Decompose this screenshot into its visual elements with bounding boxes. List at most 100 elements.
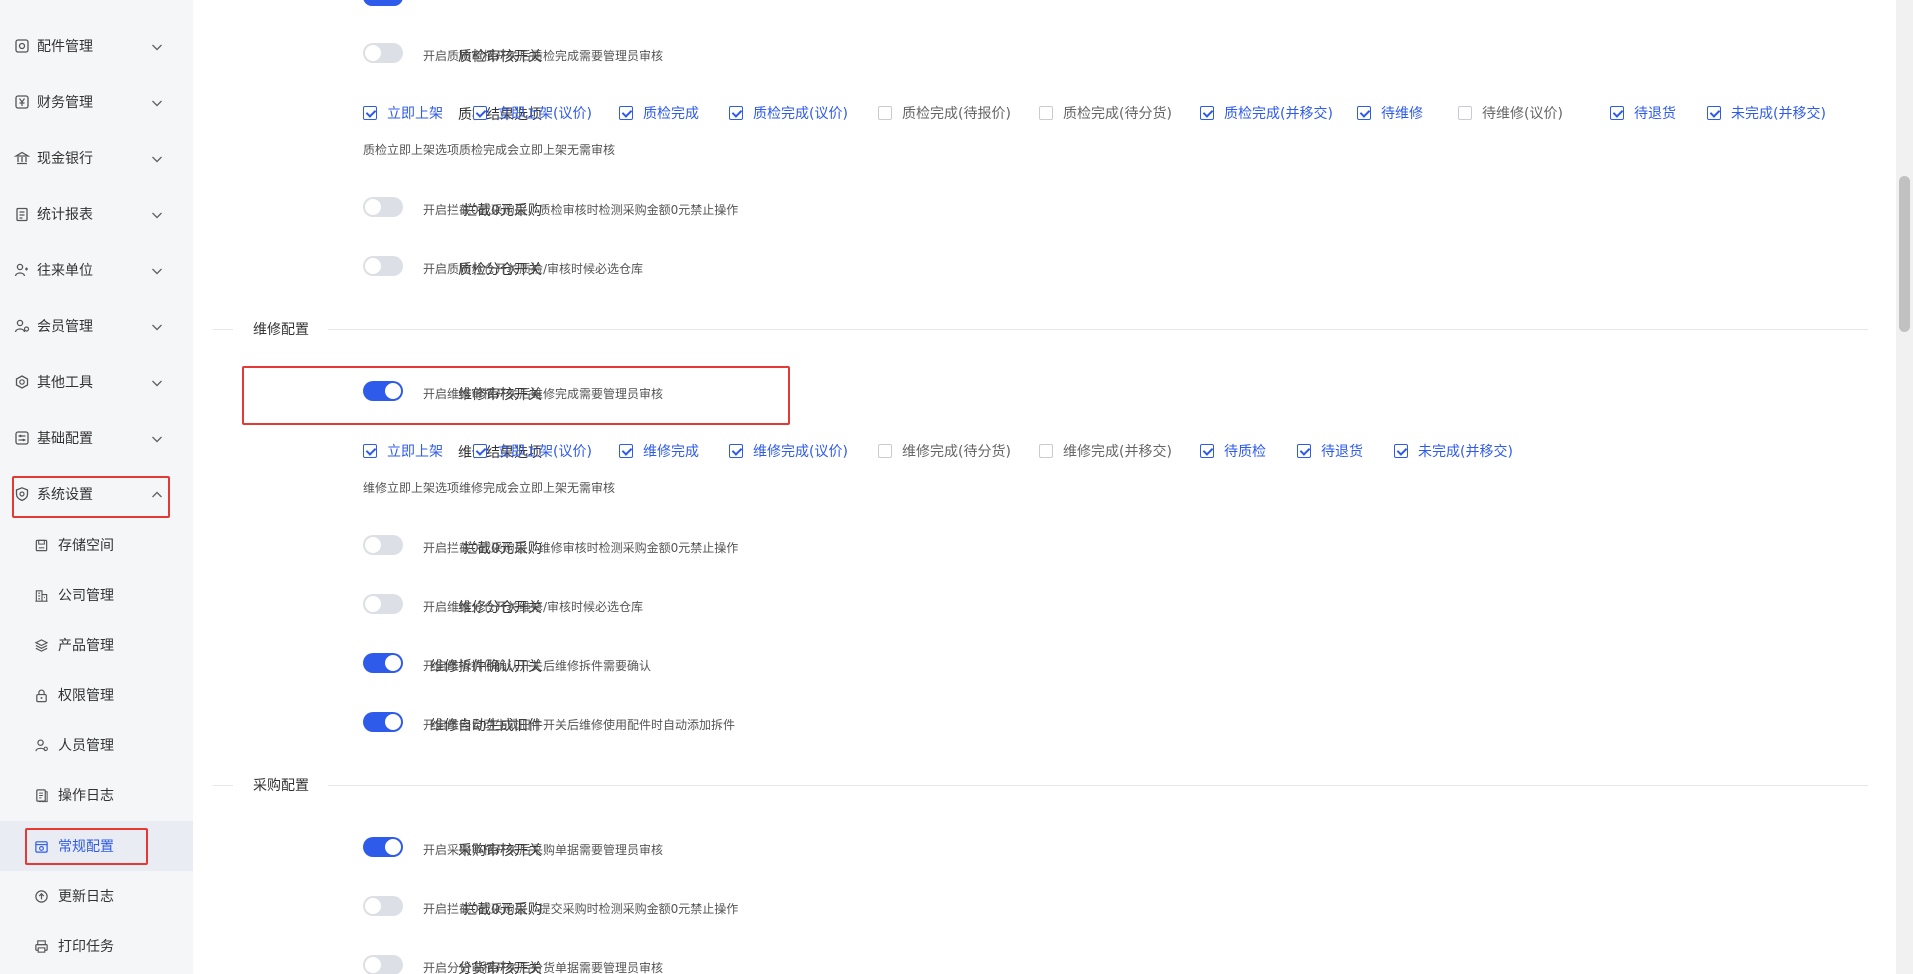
checkbox-box[interactable] [729,106,743,120]
sidebar-menu-5[interactable]: 会员管理 [0,306,193,346]
sidebar-menu-8[interactable]: 系统设置 [0,474,193,514]
checkbox-box[interactable] [729,444,743,458]
checkbox-label: 未完成(并移交) [1418,444,1513,460]
sidebar-menu-4[interactable]: 往来单位 [0,250,193,290]
chevron-down-icon [150,375,164,389]
checkbox-box[interactable] [1297,444,1311,458]
sidebar-subitem-6[interactable]: 常规配置 [0,821,193,871]
repair-dismantle-switch[interactable] [363,653,403,673]
sidebar-menu-label: 其他工具 [37,375,93,391]
checkbox-option[interactable]: 待退货 [1297,442,1363,460]
checkbox-box[interactable] [1458,106,1472,120]
checkbox-label: 未完成(并移交) [1731,106,1826,122]
purchase-split-switch[interactable] [363,955,403,974]
purchase-split-desc: 开启分货审核开关后分货单据需要管理员审核 [423,961,664,974]
purchase-section-divider: 采购配置 [213,775,1893,795]
sidebar-menu-label: 财务管理 [37,95,93,111]
qc-audit-switch[interactable] [363,43,403,63]
qc-warehouse-switch[interactable] [363,256,403,276]
checkbox-option[interactable]: 立即上架 [363,104,443,122]
checkbox-box[interactable] [1039,106,1053,120]
checkbox-option[interactable]: 质检完成 [619,104,699,122]
scrollbar-thumb[interactable] [1899,176,1910,332]
checkbox-option[interactable]: 维修完成 [619,442,699,460]
qc-block-zero-switch[interactable] [363,197,403,217]
sidebar-subitem-0[interactable]: 存储空间 [0,520,193,570]
sidebar-menu-7[interactable]: 基础配置 [0,418,193,458]
checkbox-label: 质检完成(待分货) [1063,106,1172,122]
sidebar-menu-1[interactable]: 财务管理 [0,82,193,122]
sidebar-menu-label: 统计报表 [37,207,93,223]
checkbox-option[interactable]: 质检完成(待报价) [878,104,1011,122]
checkbox-option[interactable]: 质检完成(并移交) [1200,104,1333,122]
repair-dismantle-desc: 开启维修拆件确认开关后维修拆件需要确认 [423,659,652,673]
checkbox-option[interactable]: 立即上架(议价) [473,442,592,460]
sidebar-subitem-5[interactable]: 操作日志 [0,770,193,820]
checkbox-box[interactable] [619,444,633,458]
company-icon [34,588,49,603]
checkbox-option[interactable]: 待质检 [1200,442,1266,460]
checkbox-box[interactable] [1707,106,1721,120]
checkbox-option[interactable]: 维修完成(议价) [729,442,848,460]
checkbox-box[interactable] [473,106,487,120]
checkbox-label: 立即上架 [387,106,443,122]
checkbox-box[interactable] [619,106,633,120]
purchase-audit-desc: 开启采购审核开关后采购单据需要管理员审核 [423,843,664,857]
settings-icon [34,839,49,854]
checkbox-box[interactable] [363,106,377,120]
checkbox-label: 维修完成(议价) [753,444,848,460]
checkbox-box[interactable] [1610,106,1624,120]
sidebar-subitem-7[interactable]: 更新日志 [0,871,193,921]
checkbox-option[interactable]: 待维修(议价) [1458,104,1563,122]
purchase-block-zero-switch[interactable] [363,896,403,916]
checkbox-box[interactable] [363,444,377,458]
sidebar-subitem-8[interactable]: 打印任务 [0,921,193,971]
checkbox-box[interactable] [878,106,892,120]
checkbox-option[interactable]: 维修完成(并移交) [1039,442,1172,460]
checkbox-label: 待退货 [1634,106,1676,122]
purchase-audit-switch[interactable] [363,837,403,857]
sidebar-menu-0[interactable]: 配件管理 [0,26,193,66]
checkbox-option[interactable]: 待维修 [1357,104,1423,122]
printer-icon [34,939,49,954]
checkbox-option[interactable]: 质检完成(议价) [729,104,848,122]
checkbox-box[interactable] [1357,106,1371,120]
checkbox-option[interactable]: 维修完成(待分货) [878,442,1011,460]
update-icon [34,889,49,904]
checkbox-option[interactable]: 立即上架 [363,442,443,460]
checkbox-option[interactable]: 立即上架(议价) [473,104,592,122]
checkbox-option[interactable]: 未完成(并移交) [1394,442,1513,460]
sidebar-subitem-3[interactable]: 权限管理 [0,670,193,720]
checkbox-label: 质检完成(议价) [753,106,848,122]
purchase-section-title: 采购配置 [253,778,309,794]
checkbox-box[interactable] [473,444,487,458]
sidebar-subitem-label: 存储空间 [58,538,114,554]
contacts-icon [14,262,30,278]
chevron-down-icon [150,431,164,445]
checkbox-box[interactable] [878,444,892,458]
checkbox-box[interactable] [1200,444,1214,458]
repair-warehouse-switch[interactable] [363,594,403,614]
vertical-scrollbar[interactable] [1896,0,1913,974]
repair-block-zero-switch[interactable] [363,535,403,555]
sidebar-subitem-2[interactable]: 产品管理 [0,620,193,670]
sidebar-subitem-1[interactable]: 公司管理 [0,570,193,620]
sidebar-menu-2[interactable]: 现金银行 [0,138,193,178]
checkbox-box[interactable] [1394,444,1408,458]
qc-result-hint: 质检立即上架选项质检完成会立即上架无需审核 [363,143,616,157]
checkbox-box[interactable] [1039,444,1053,458]
sidebar-menu-6[interactable]: 其他工具 [0,362,193,402]
checkbox-option[interactable]: 未完成(并移交) [1707,104,1826,122]
sidebar-menu-3[interactable]: 统计报表 [0,194,193,234]
lock-icon [34,688,49,703]
checkbox-option[interactable]: 待退货 [1610,104,1676,122]
repair-auto-old-switch[interactable] [363,712,403,732]
repair-result-hint: 维修立即上架选项维修完成会立即上架无需审核 [363,481,616,495]
sidebar-subitem-4[interactable]: 人员管理 [0,720,193,770]
checkbox-box[interactable] [1200,106,1214,120]
checkbox-option[interactable]: 质检完成(待分货) [1039,104,1172,122]
cut-off-switch[interactable] [363,0,403,6]
qc-audit-row: 质检审核开关 开启质检审核开关后质检完成需要管理员审核 [193,40,1893,70]
sidebar: 配件管理财务管理现金银行统计报表往来单位会员管理其他工具基础配置系统设置 存储空… [0,0,193,974]
repair-audit-switch[interactable] [363,381,403,401]
